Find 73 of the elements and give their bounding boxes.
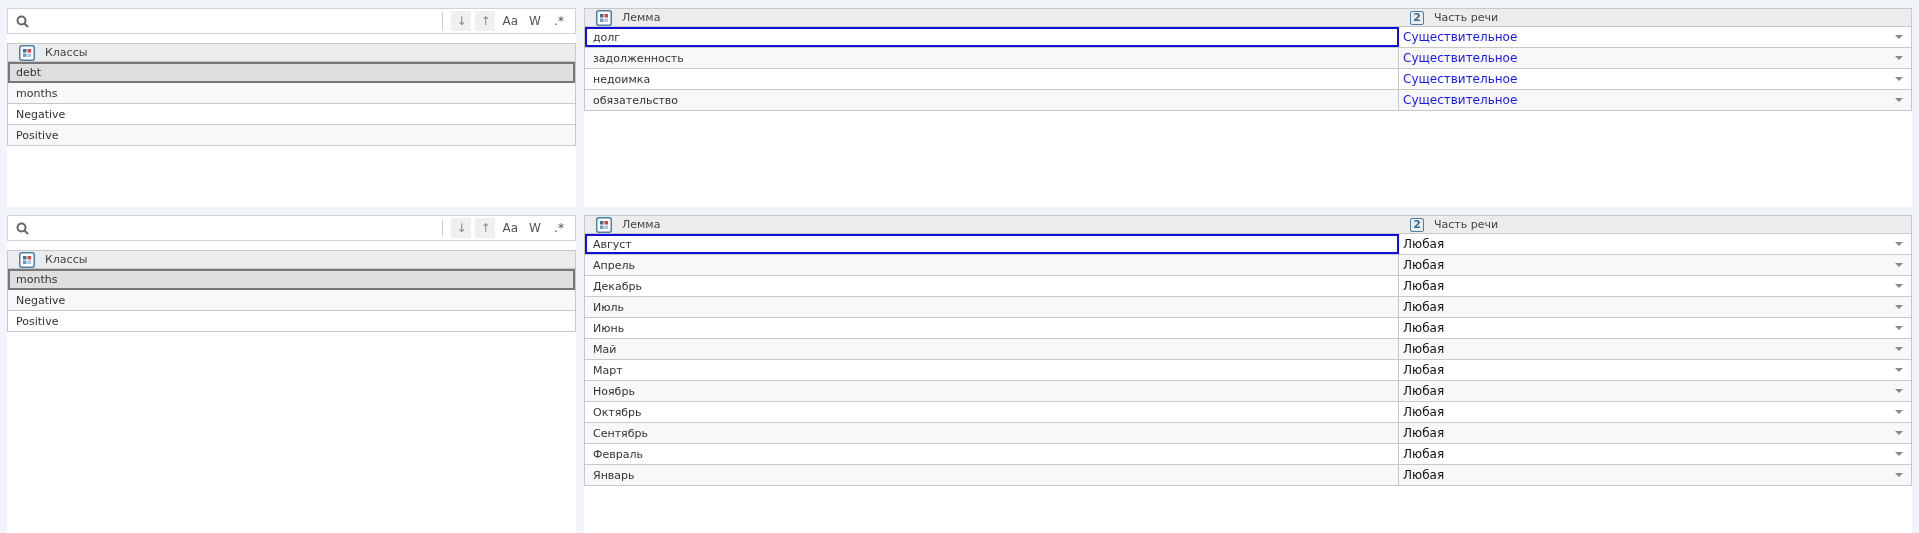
search-option-button[interactable]: Aa (499, 11, 521, 31)
part-of-speech-dropdown[interactable]: Любая (1399, 444, 1911, 464)
column-header: Лемма (622, 218, 661, 231)
lemma-cell[interactable]: Апрель (585, 255, 1399, 275)
caret-icon (1895, 389, 1903, 393)
caret-icon (1895, 98, 1903, 102)
part-of-speech-dropdown[interactable]: Любая (1399, 381, 1911, 401)
table-icon (596, 216, 612, 233)
column-header: Часть речи (1434, 218, 1499, 231)
part-of-speech-dropdown[interactable]: Любая (1399, 234, 1911, 254)
lemma-cell[interactable]: Июнь (585, 318, 1399, 338)
search-option-button[interactable]: Aa (499, 218, 521, 238)
caret-icon (1895, 431, 1903, 435)
search-option-button[interactable]: .* (549, 11, 569, 31)
lemma-cell[interactable]: задолженность (585, 48, 1399, 68)
caret-icon (1895, 347, 1903, 351)
lemma-cell[interactable]: обязательство (585, 90, 1399, 110)
column-badge: 2 (1410, 10, 1424, 25)
part-of-speech-dropdown[interactable]: Любая (1399, 360, 1911, 380)
search-icon (16, 14, 29, 28)
lemma-cell[interactable]: Май (585, 339, 1399, 359)
part-of-speech-dropdown[interactable]: Существительное (1399, 69, 1911, 89)
class-item[interactable]: debt (8, 62, 575, 83)
caret-icon (1895, 242, 1903, 246)
search-icon (16, 221, 29, 235)
caret-icon (1895, 56, 1903, 60)
part-of-speech-dropdown[interactable]: Любая (1399, 297, 1911, 317)
lemma-cell[interactable]: Октябрь (585, 402, 1399, 422)
caret-icon (1895, 263, 1903, 267)
lemma-cell[interactable]: Март (585, 360, 1399, 380)
lemma-cell[interactable]: Декабрь (585, 276, 1399, 296)
column-header: Лемма (622, 11, 661, 24)
table-icon (596, 9, 612, 26)
caret-icon (1895, 368, 1903, 372)
caret-icon (1895, 35, 1903, 39)
lemma-cell[interactable]: Февраль (585, 444, 1399, 464)
part-of-speech-dropdown[interactable]: Любая (1399, 402, 1911, 422)
class-item[interactable]: months (8, 83, 575, 104)
column-badge: 2 (1410, 217, 1424, 232)
lemma-cell[interactable]: Ноябрь (585, 381, 1399, 401)
caret-icon (1895, 473, 1903, 477)
part-of-speech-dropdown[interactable]: Любая (1399, 339, 1911, 359)
part-of-speech-dropdown[interactable]: Любая (1399, 318, 1911, 338)
class-item[interactable]: Positive (8, 125, 575, 146)
column-header: Часть речи (1434, 11, 1499, 24)
column-header: Классы (45, 253, 88, 266)
class-item[interactable]: Negative (8, 290, 575, 311)
lemma-cell[interactable]: недоимка (585, 69, 1399, 89)
part-of-speech-dropdown[interactable]: Существительное (1399, 27, 1911, 47)
class-item[interactable]: months (8, 269, 575, 290)
caret-icon (1895, 326, 1903, 330)
lemma-cell[interactable]: долг (585, 27, 1399, 47)
part-of-speech-dropdown[interactable]: Любая (1399, 465, 1911, 485)
lemma-cell[interactable]: Январь (585, 465, 1399, 485)
search-option-button[interactable]: W (525, 218, 545, 238)
part-of-speech-dropdown[interactable]: Любая (1399, 255, 1911, 275)
table-icon (19, 44, 35, 61)
caret-icon (1895, 452, 1903, 456)
part-of-speech-dropdown[interactable]: Любая (1399, 276, 1911, 296)
table-icon (19, 251, 35, 268)
lemma-cell[interactable]: Июль (585, 297, 1399, 317)
search-option-button[interactable]: .* (549, 218, 569, 238)
caret-icon (1895, 77, 1903, 81)
lemma-cell[interactable]: Август (585, 234, 1399, 254)
caret-icon (1895, 410, 1903, 414)
search-option-button[interactable]: W (525, 11, 545, 31)
column-header: Классы (45, 46, 88, 59)
caret-icon (1895, 284, 1903, 288)
lemma-cell[interactable]: Сентябрь (585, 423, 1399, 443)
caret-icon (1895, 305, 1903, 309)
part-of-speech-dropdown[interactable]: Любая (1399, 423, 1911, 443)
part-of-speech-dropdown[interactable]: Существительное (1399, 48, 1911, 68)
part-of-speech-dropdown[interactable]: Существительное (1399, 90, 1911, 110)
